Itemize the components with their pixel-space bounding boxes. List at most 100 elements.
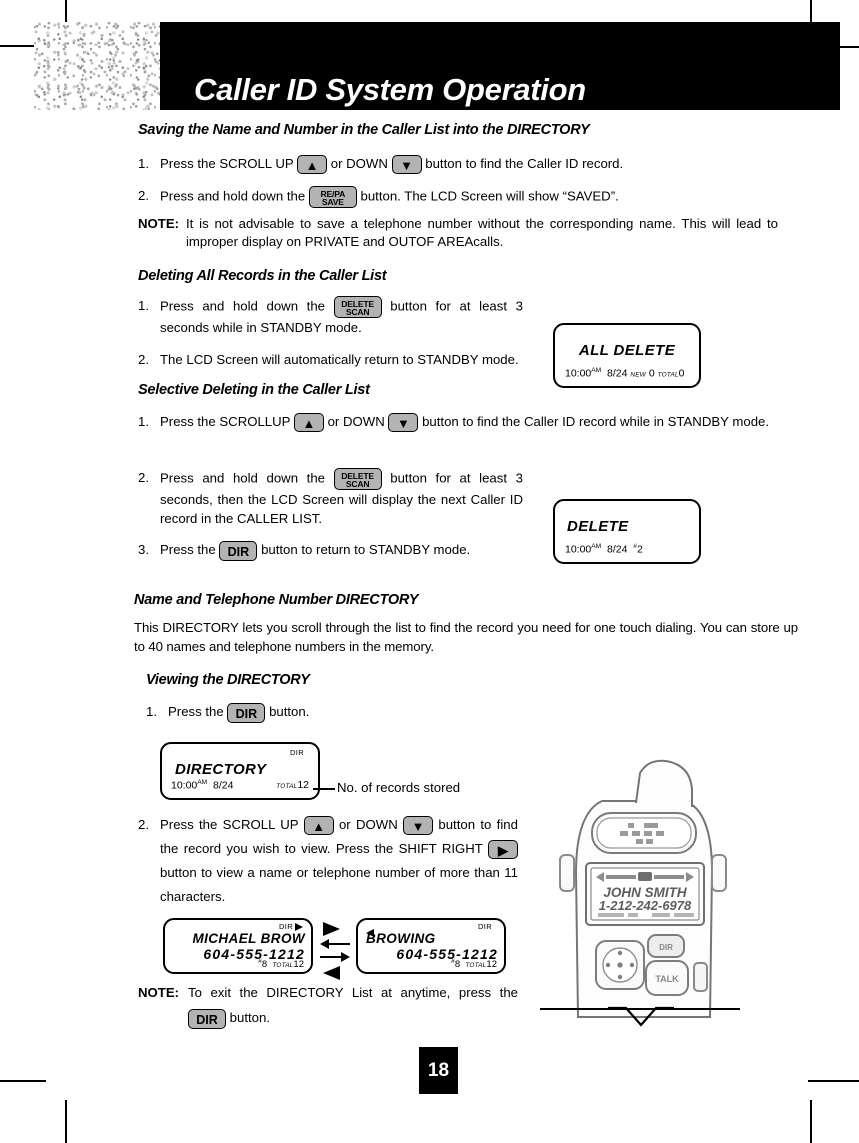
lcd-total-label: TOTAL [657,371,679,378]
step-text-post: button to find the Caller ID record. [425,156,624,171]
step-text-pre: Press the SCROLL UP [160,156,294,171]
illustration-base-notch [608,1006,674,1027]
step-text-mid: or DOWN [338,817,398,832]
lcd-record-right-dir-tag: DIR [478,922,492,931]
note-label: NOTE: [138,216,180,231]
step-text-mid2: SHIFT RIGHT [398,841,483,856]
note-text-pre: To exit the DIRECTORY List at anytime, p… [188,985,518,1000]
note-text-post: button. [229,1010,271,1025]
scroll-up-button[interactable]: ▲ [303,816,334,836]
delete-scan-line2: SCAN [345,479,370,490]
delete-scan-line2: SCAN [345,307,370,318]
lcd-delete-footer: 10:00AM 8/24 #2 [565,543,643,556]
scroll-right-arrow-icon [320,952,350,962]
lcd-record-left-header: DIR [279,922,303,931]
section-heading-viewing: Viewing the DIRECTORY [146,672,310,688]
scroll-up-button[interactable]: ▲ [293,413,324,433]
step-number: 1. [138,156,149,171]
repa-save-line2: SAVE [321,197,344,208]
step-selective-1: 1. Press the SCROLLUP ▲ or DOWN ▼ button… [138,412,798,433]
step-text-post: button. The LCD Screen will show “SAVED”… [360,188,619,204]
step-number: 3. [138,542,149,557]
step-text-post3: button to view a name or telephone numbe… [160,865,518,904]
transition-arrows [320,922,350,980]
lcd-date: 8/24 [607,367,628,379]
lcd-delete: DELETE 10:00AM 8/24 #2 [553,499,701,564]
step-text-pre: Press the SCROLL UP [160,817,299,832]
step-viewing-2: 2. Press the SCROLL UP ▲ or DOWN ▼ butto… [138,813,519,909]
section-heading-delete-all: Deleting All Records in the Caller List [138,268,387,284]
shift-right-button[interactable]: ▶ [488,840,519,860]
repa-save-button[interactable]: RE/PA SAVE [308,186,357,208]
lcd-total-label: TOTAL [465,962,487,969]
section-heading-directory: Name and Telephone Number DIRECTORY [134,592,419,608]
crop-mark-bottom-left-vertical [65,1100,67,1143]
step-saving-1: 1. Press the SCROLL UP ▲ or DOWN ▼ butto… [138,154,798,175]
lcd-directory-dir-tag: DIR [290,748,304,757]
right-arrow-indicator-icon [295,922,303,931]
dir-button[interactable]: DIR [227,702,266,723]
phone-talk-button-label: TALK [655,974,679,984]
lcd-all-delete-title: ALL DELETE [578,342,676,359]
scroll-down-button[interactable]: ▼ [403,816,434,836]
step-delete-all-2: 2. The LCD Screen will automatically ret… [138,350,523,369]
note-saving: NOTE: It is not advisable to save a tele… [138,215,778,251]
dir-button[interactable]: DIR [219,540,258,561]
scroll-down-button[interactable]: ▼ [388,413,419,433]
step-text-pre: Press the SCROLLUP [160,414,291,429]
lcd-all-delete-footer: 10:00AM 8/24 NEW 0 TOTAL0 [565,367,684,380]
scroll-up-button[interactable]: ▲ [297,155,328,175]
step-number: 2. [138,817,149,832]
lcd-delete-title: DELETE [567,518,629,535]
delete-scan-button[interactable]: DELETE SCAN [333,468,382,490]
step-text-pre: Press and hold down the [160,298,325,314]
dir-button[interactable]: DIR [188,1008,226,1029]
step-text-pre: Press the [168,704,224,719]
section-heading-saving: Saving the Name and Number in the Caller… [138,122,590,138]
crop-mark-top-right-horizontal [840,46,859,48]
lcd-all-delete: ALL DELETE 10:00AM 8/24 NEW 0 TOTAL0 [553,323,701,388]
lcd-ampm: AM [591,542,602,550]
step-delete-all-1: 1. Press and hold down the DELETE SCAN b… [138,296,523,337]
step-number: 2. [138,188,149,204]
callout-leader-line [313,788,335,790]
step-text-pre: Press and hold down the [160,188,306,204]
lcd-record-right-name: BROWING [366,931,436,946]
lcd-index: 2 [636,543,643,555]
lcd-record-left-dir-tag: DIR [279,922,293,931]
crop-mark-bottom-left-horizontal [0,1080,46,1082]
scroll-down-button[interactable]: ▼ [391,155,422,175]
step-saving-2: 2. Press and hold down the RE/PA SAVE bu… [138,186,798,208]
lcd-record-right: DIR BROWING 604-555-1212 #8 TOTAL12 [356,918,506,974]
directory-paragraph: This DIRECTORY lets you scroll through t… [134,620,798,654]
lcd-total-value: 12 [297,778,309,791]
crop-mark-top-right-vertical [810,0,812,24]
lcd-time: 10:00 [171,779,198,791]
lcd-ampm: AM [197,778,208,786]
step-text-pre: Press the [160,542,216,557]
crop-mark-bottom-right-horizontal [808,1080,859,1082]
note-viewing: NOTE: To exit the DIRECTORY List at anyt… [138,980,518,1030]
step-text-post: button to find the Caller ID record whil… [422,414,770,429]
callout-records-stored: No. of records stored [337,780,461,795]
page-number: 18 [419,1047,458,1094]
lcd-directory-footer: 10:00AM 8/24 TOTAL12 [171,779,309,792]
phone-dir-button-label: DIR [659,943,673,952]
step-viewing-1: 1. Press the DIR button. [146,702,546,723]
step-text-mid: or DOWN [327,414,385,429]
shift-right-arrow-icon [323,922,340,936]
lcd-total-value: 12 [293,959,304,970]
step-number: 2. [138,470,149,486]
step-text-mid: or DOWN [330,156,388,171]
lcd-new-value: 0 [648,367,655,379]
lcd-record-left-footer: #8 TOTAL12 [258,958,304,970]
scroll-left-arrow-icon [320,939,350,949]
lcd-index: 8 [454,959,461,970]
lcd-new-label: NEW [630,371,646,378]
step-text: The LCD Screen will automatically return… [160,352,519,367]
page-header: Caller ID System Operation [34,22,840,110]
step-text-post: button. [269,704,310,719]
phone-illustration: JOHN SMITH 1-212-242-6978 DIR TALK [540,755,755,1025]
lcd-date: 8/24 [213,779,234,791]
delete-scan-button[interactable]: DELETE SCAN [333,296,382,318]
